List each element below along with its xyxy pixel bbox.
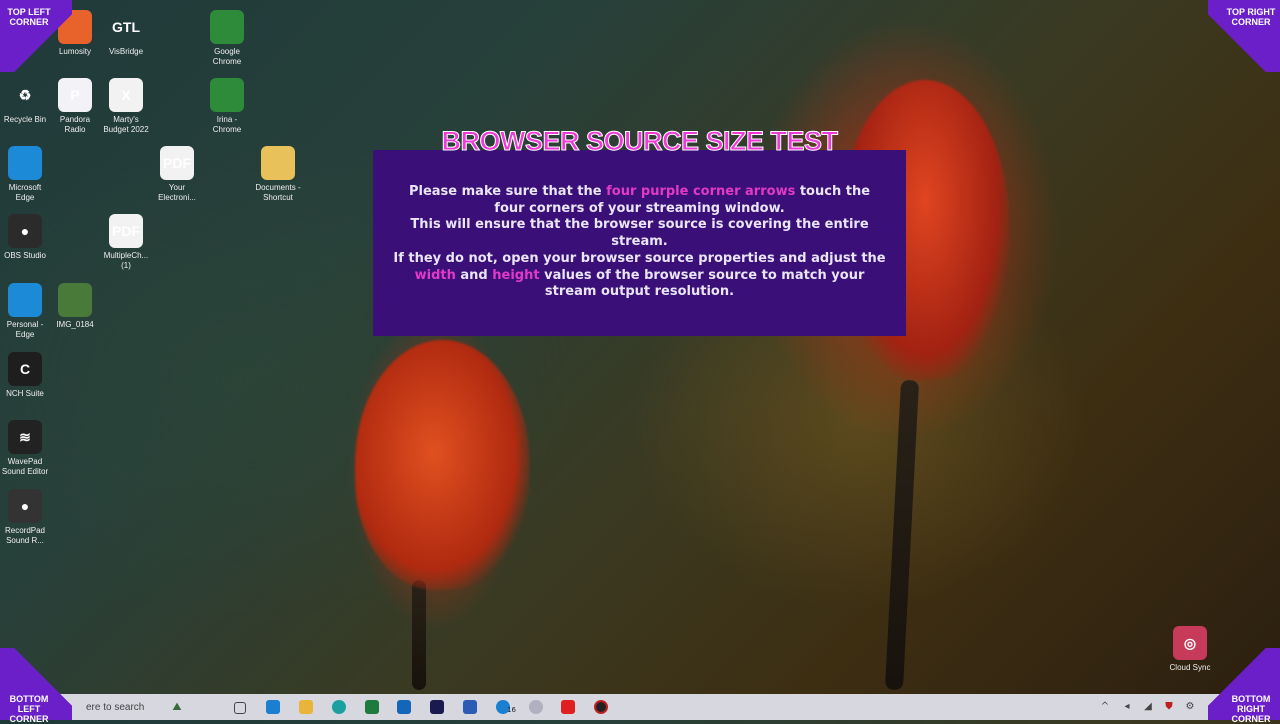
top-right-corner-arrow: TOP RIGHT CORNER	[1208, 0, 1280, 72]
desktop-icon-image	[8, 283, 42, 317]
desktop-icon[interactable]: Documents - Shortcut	[253, 146, 303, 203]
desktop-icon-label: OBS Studio	[4, 251, 46, 260]
taskbar-search-box[interactable]: ere to search ⛰	[74, 694, 234, 720]
desktop-icon-label: MultipleCh... (1)	[103, 251, 149, 270]
task-view-icon[interactable]	[234, 702, 246, 714]
desktop-icon-image: ◎	[1173, 626, 1207, 660]
top-left-corner-arrow: TOP LEFT CORNER	[0, 0, 72, 72]
desktop-icon-label: Microsoft Edge	[8, 183, 42, 202]
desktop-icon[interactable]: PDF MultipleCh... (1)	[101, 214, 151, 271]
store-icon[interactable]	[266, 700, 280, 714]
desktop-icon-image: X	[109, 78, 143, 112]
desktop-icon-image: ♻	[18, 87, 32, 103]
desktop-icon[interactable]: ≋ WavePad Sound Editor	[0, 420, 50, 477]
desktop-icon[interactable]: IMG_0184	[50, 283, 100, 330]
desktop-icon-image	[210, 78, 244, 112]
messenger-badge: 16	[507, 706, 516, 714]
desktop-icon-image	[58, 283, 92, 317]
size-test-panel: Please make sure that the four purple co…	[373, 150, 906, 336]
excel-taskbar-icon[interactable]	[365, 700, 379, 714]
desktop-icon[interactable]: Google Chrome	[202, 10, 252, 67]
chevron-up-icon[interactable]: ^	[1100, 701, 1110, 713]
search-placeholder: ere to search	[86, 701, 145, 713]
volume-icon[interactable]: ◂	[1122, 701, 1132, 713]
desktop-icon[interactable]: ● OBS Studio	[0, 214, 50, 261]
word-taskbar-icon[interactable]	[463, 700, 477, 714]
size-test-title: BROWSER SOURCE SIZE TEST	[441, 126, 839, 157]
desktop-icon[interactable]: Personal - Edge	[0, 283, 50, 340]
mail-taskbar-icon[interactable]	[430, 700, 444, 714]
desktop-icon-label: IMG_0184	[56, 320, 94, 329]
desktop-icon[interactable]: GTL VisBridge	[101, 10, 151, 57]
desktop-icon[interactable]: P Pandora Radio	[50, 78, 100, 135]
youtube-taskbar-icon[interactable]	[561, 700, 575, 714]
desktop-icon-label: Google Chrome	[212, 47, 242, 66]
desktop-icon-image	[210, 10, 244, 44]
desktop-icon-label: Marty's Budget 2022	[103, 115, 149, 134]
desktop-icon-label: NCH Suite	[6, 389, 44, 398]
security-shield-icon[interactable]: ⛊	[1164, 701, 1174, 713]
desktop-icon-image: P	[58, 78, 92, 112]
desktop-icon-label: VisBridge	[108, 47, 144, 56]
desktop-icon-image: ≋	[8, 420, 42, 454]
taskbar: ere to search ⛰ 16 ^ ◂ ◢ ⛊ ⚙	[0, 694, 1280, 720]
desktop-icon-label: Your Electroni...	[158, 183, 196, 202]
obs-taskbar-icon[interactable]	[594, 700, 608, 714]
desktop-icon[interactable]: X Marty's Budget 2022	[101, 78, 151, 135]
desktop-icon-image: C	[8, 352, 42, 386]
desktop-icon[interactable]: Irina - Chrome	[202, 78, 252, 135]
desktop-icon[interactable]: C NCH Suite	[0, 352, 50, 399]
desktop-icon-label: Personal - Edge	[6, 320, 44, 339]
desktop-icon-image: PDF	[109, 214, 143, 248]
paint-taskbar-icon[interactable]	[529, 700, 543, 714]
instruction-3: If they do not, open your browser source…	[393, 250, 886, 300]
desktop-icon-image: ●	[8, 489, 42, 523]
bottom-left-corner-arrow: BOTTOM LEFT CORNER	[0, 648, 72, 724]
corner-label: TOP LEFT CORNER	[7, 7, 51, 27]
tulip-stem-right	[884, 379, 920, 691]
desktop-icon-image: PDF	[160, 146, 194, 180]
corner-label: TOP RIGHT CORNER	[1226, 7, 1276, 27]
outlook-taskbar-icon[interactable]	[397, 700, 411, 714]
desktop-icon[interactable]: ● RecordPad Sound R...	[0, 489, 50, 546]
desktop-icon-label: WavePad Sound Editor	[1, 457, 49, 476]
desktop-icon[interactable]: ♻ Recycle Bin	[0, 78, 50, 125]
desktop-icon-label: Documents - Shortcut	[255, 183, 301, 202]
desktop-icon[interactable]: Microsoft Edge	[0, 146, 50, 203]
desktop-icon-image: GTL	[112, 19, 140, 35]
desktop-icon-label: RecordPad Sound R...	[4, 526, 46, 545]
desktop-icon-label: Irina - Chrome	[212, 115, 242, 134]
instruction-1: Please make sure that the four purple co…	[408, 184, 871, 216]
tulip-petal	[355, 340, 530, 590]
desktop-icon-label: Recycle Bin	[3, 115, 47, 124]
network-icon[interactable]: ◢	[1143, 701, 1153, 713]
bottom-right-corner-arrow: BOTTOM RIGHT CORNER	[1208, 648, 1280, 724]
search-decoration-icon: ⛰	[172, 700, 182, 713]
settings-gear-icon[interactable]: ⚙	[1185, 701, 1195, 713]
desktop-icon[interactable]: PDF Your Electroni...	[152, 146, 202, 203]
desktop-icon-image: ●	[8, 214, 42, 248]
edge-taskbar-icon[interactable]	[332, 700, 346, 714]
desktop-icon-image	[8, 146, 42, 180]
desktop-icon-image	[261, 146, 295, 180]
desktop-icon-label: Pandora Radio	[59, 115, 91, 134]
file-explorer-icon[interactable]	[299, 700, 313, 714]
instruction-2: This will ensure that the browser source…	[410, 217, 869, 250]
tulip-stem-left	[412, 580, 426, 690]
